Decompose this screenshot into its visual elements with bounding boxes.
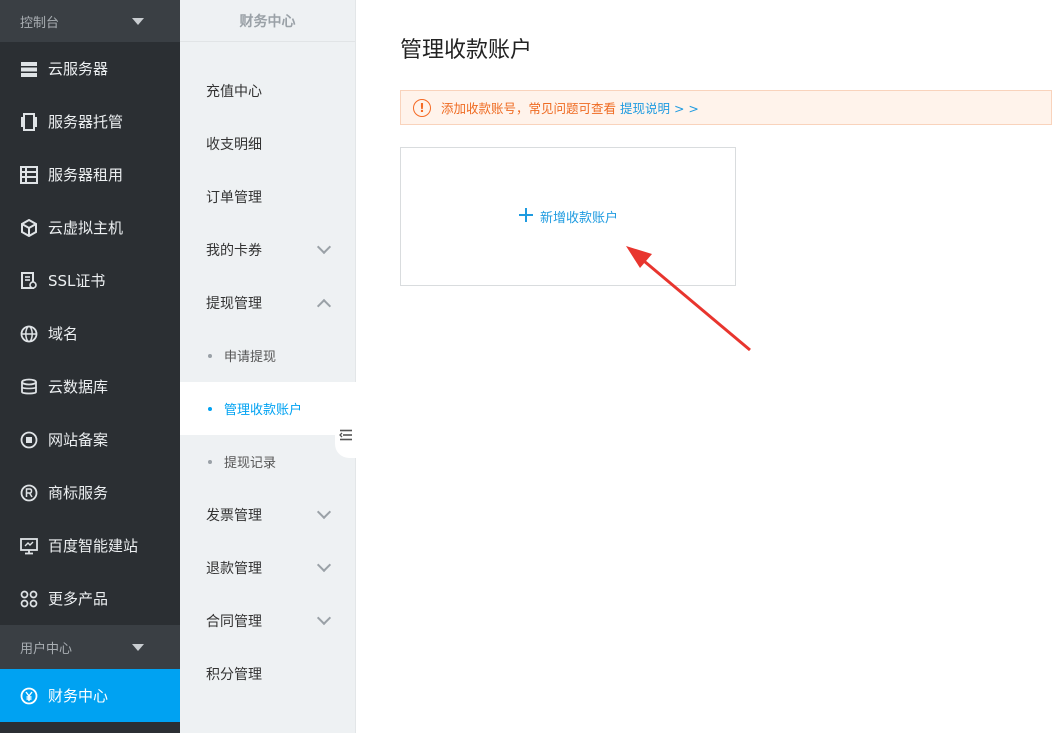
submenu-item-label: 我的卡券 (206, 242, 262, 259)
globe-icon (20, 325, 38, 343)
user-center-group-header[interactable]: 用户中心 (0, 625, 180, 669)
sidebar-item-label: 云虚拟主机 (48, 219, 124, 237)
sidebar-item-label: 服务器租用 (48, 166, 124, 184)
server-icon (20, 60, 38, 78)
submenu-item-coupons[interactable]: 我的卡券 (180, 223, 355, 276)
console-label: 控制台 (20, 15, 60, 31)
submenu-subitem-label: 管理收款账户 (224, 403, 303, 418)
sidebar-item-label: 商标服务 (48, 484, 109, 502)
sidebar-item-label: 云数据库 (48, 378, 109, 396)
submenu-subitem-withdraw-records[interactable]: 提现记录 (180, 435, 355, 488)
sidebar-item-label: 服务器托管 (48, 113, 124, 131)
submenu-item-recharge[interactable]: 充值中心 (180, 64, 355, 117)
sidebar-item-domain[interactable]: 域名 (0, 307, 180, 360)
submenu-collapse-button[interactable] (335, 414, 356, 458)
chevron-down-icon (316, 239, 332, 254)
chevron-down-icon (316, 504, 332, 519)
submenu-item-billing[interactable]: 收支明细 (180, 117, 355, 170)
bullet-icon (208, 406, 212, 411)
sidebar-item-server-hosting[interactable]: 服务器托管 (0, 95, 180, 148)
submenu-item-label: 充值中心 (206, 83, 262, 100)
warning-icon: ! (413, 98, 431, 117)
sidebar-item-label: 云服务器 (48, 60, 109, 78)
sidebar-item-more-products[interactable]: 更多产品 (0, 572, 180, 625)
trademark-icon (20, 484, 38, 502)
chevron-down-icon (316, 557, 332, 572)
sidebar-item-label: 网站备案 (48, 431, 109, 449)
chevron-up-icon (316, 298, 332, 313)
sidebar-item-site-builder[interactable]: 百度智能建站 (0, 519, 180, 572)
submenu-item-label: 订单管理 (206, 189, 262, 206)
console-group-header[interactable]: 控制台 (0, 0, 180, 42)
page-title: 管理收款账户 (400, 38, 533, 63)
main-sidebar: 控制台 云服务器 服务器托管 服务器租用 云虚拟主机 SSL证书 域名 云数据库… (0, 0, 180, 733)
submenu-item-points[interactable]: 积分管理 (180, 647, 355, 700)
database-icon (20, 378, 38, 396)
submenu-subitem-withdraw-accounts[interactable]: 管理收款账户 (180, 382, 356, 435)
sidebar-item-finance-center[interactable]: 财务中心 (0, 669, 180, 722)
submenu-item-label: 发票管理 (206, 507, 262, 524)
sidebar-item-virtual-host[interactable]: 云虚拟主机 (0, 201, 180, 254)
sidebar-item-label: 域名 (48, 325, 79, 343)
sidebar-item-icp-record[interactable]: 网站备案 (0, 413, 180, 466)
main-content: 管理收款账户 ! 添加收款账号，常见问题可查看 提现说明 > > 新增收款账户 (356, 0, 1052, 733)
certificate-icon (20, 271, 38, 290)
sidebar-item-server-rent[interactable]: 服务器租用 (0, 148, 180, 201)
submenu-item-label: 提现管理 (206, 295, 262, 312)
bullet-icon (208, 459, 212, 464)
submenu-item-label: 收支明细 (206, 136, 262, 153)
submenu-item-invoice[interactable]: 发票管理 (180, 488, 355, 541)
submenu-title: 财务中心 (180, 0, 355, 42)
plus-icon (518, 206, 534, 228)
yuan-icon (20, 687, 38, 705)
user-center-label: 用户中心 (20, 641, 73, 657)
bullet-icon (208, 353, 212, 358)
submenu-subitem-label: 申请提现 (224, 350, 277, 365)
sidebar-item-trademark[interactable]: 商标服务 (0, 466, 180, 519)
withdraw-help-link[interactable]: 提现说明 > > (620, 98, 699, 117)
submenu-item-withdraw[interactable]: 提现管理 (180, 276, 355, 329)
submenu-item-orders[interactable]: 订单管理 (180, 170, 355, 223)
app-root: 控制台 云服务器 服务器托管 服务器租用 云虚拟主机 SSL证书 域名 云数据库… (0, 0, 1052, 733)
sidebar-item-label: 财务中心 (48, 687, 109, 705)
caret-down-icon (132, 17, 144, 25)
sidebar-item-ssl[interactable]: SSL证书 (0, 254, 180, 307)
collapse-menu-icon (338, 427, 353, 446)
chevron-down-icon (316, 610, 332, 625)
record-icon (20, 431, 38, 449)
sidebar-item-database[interactable]: 云数据库 (0, 360, 180, 413)
monitor-icon (20, 537, 38, 555)
sidebar-item-label: 百度智能建站 (48, 537, 139, 555)
add-account-label: 新增收款账户 (539, 211, 618, 226)
add-account-card[interactable]: 新增收款账户 (400, 147, 736, 286)
hosting-icon (20, 112, 38, 131)
submenu-item-label: 合同管理 (206, 613, 262, 630)
sidebar-item-label: SSL证书 (48, 272, 106, 290)
rent-icon (20, 165, 38, 184)
finance-submenu: 财务中心 充值中心 收支明细 订单管理 我的卡券 提现管理 申请提现 管理收款账… (180, 0, 356, 733)
notice-banner: ! 添加收款账号，常见问题可查看 提现说明 > > (400, 90, 1052, 125)
submenu-item-refund[interactable]: 退款管理 (180, 541, 355, 594)
sidebar-item-cloud-server[interactable]: 云服务器 (0, 42, 180, 95)
sidebar-item-label: 更多产品 (48, 590, 109, 608)
caret-down-icon (132, 643, 144, 651)
submenu-subitem-label: 提现记录 (224, 456, 277, 471)
submenu-item-contract[interactable]: 合同管理 (180, 594, 355, 647)
grid-icon (20, 590, 38, 608)
submenu-item-label: 退款管理 (206, 560, 262, 577)
submenu-subitem-withdraw-apply[interactable]: 申请提现 (180, 329, 355, 382)
notice-text: 添加收款账号，常见问题可查看 (441, 101, 617, 116)
submenu-item-label: 积分管理 (206, 666, 262, 683)
cube-icon (20, 218, 38, 237)
